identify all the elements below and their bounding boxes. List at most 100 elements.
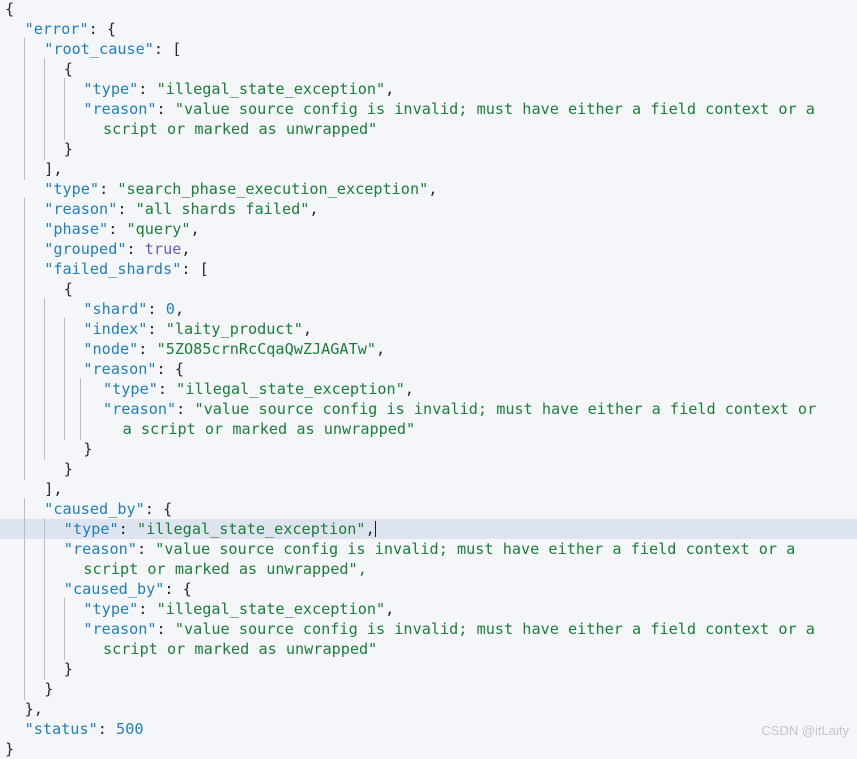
code-line[interactable]: "node": "5ZO85crnRcCqaQwZJAGATw", [0,339,857,359]
code-line[interactable]: script or marked as unwrapped" [0,119,857,139]
code-line[interactable]: script or marked as unwrapped", [0,559,857,579]
code-line[interactable]: ], [0,479,857,499]
punc-token: : { [156,360,184,378]
code-line[interactable]: "failed_shards": [ [0,259,857,279]
code-line[interactable]: { [0,279,857,299]
punc-token: : [97,720,117,738]
code-line[interactable]: "reason": "value source config is invali… [0,539,857,559]
code-line[interactable]: { [0,59,857,79]
string-token: script or marked as unwrapped" [103,120,378,138]
code-line[interactable]: "status": 500 [0,719,857,739]
punc-token: : [138,600,157,618]
code-line[interactable]: "type": "search_phase_execution_exceptio… [0,179,857,199]
code-line[interactable]: "type": "illegal_state_exception", [0,599,857,619]
str-token: "5ZO85crnRcCqaQwZJAGATw" [156,340,377,358]
str-token: "search_phase_execution_exception" [117,180,429,198]
json-code-editor[interactable]: {"error": {"root_cause": [{"type": "ille… [0,0,857,758]
punc-token: } [63,660,73,678]
key-token: "error" [24,20,89,38]
code-line[interactable]: } [0,679,857,699]
punc-token: , [365,520,375,538]
punc-token: : [136,540,156,558]
code-line[interactable]: } [0,439,857,459]
str-token: "illegal_state_exception" [156,600,386,618]
key-token: "reason" [83,620,157,638]
key-token: "reason" [44,200,118,218]
code-line[interactable]: "type": "illegal_state_exception", [0,79,857,99]
punc-token: ], [44,480,63,498]
code-line[interactable]: "shard": 0, [0,299,857,319]
code-line[interactable]: "reason": "value source config is invali… [0,619,857,639]
code-line[interactable]: script or marked as unwrapped" [0,639,857,659]
key-token: "root_cause" [44,40,154,58]
code-line[interactable]: } [0,459,857,479]
punc-token: , [174,300,185,318]
code-line[interactable]: ], [0,159,857,179]
code-line[interactable]: "reason": "value source config is invali… [0,399,857,419]
key-token: "shard" [83,300,148,318]
punc-token: , [181,240,191,258]
punc-token: : { [88,20,117,38]
punc-token: : [176,400,195,418]
code-line[interactable]: "reason": "all shards failed", [0,199,857,219]
code-line[interactable]: "error": { [0,19,857,39]
punc-token: }, [24,700,43,718]
punc-token: : [157,380,177,398]
code-line[interactable]: "caused_by": { [0,499,857,519]
key-token: "failed_shards" [44,260,182,278]
key-token: "caused_by" [63,580,165,598]
code-line[interactable]: } [0,139,857,159]
key-token: "type" [83,80,139,98]
key-token: "reason" [103,400,177,418]
code-line[interactable]: "type": "illegal_state_exception", [0,379,857,399]
csdn-watermark: CSDN @itLaity [761,723,849,738]
code-line[interactable]: "caused_by": { [0,579,857,599]
code-line[interactable]: "type": "illegal_state_exception", [0,519,857,539]
punc-token: , [428,180,438,198]
key-token: "type" [63,520,119,538]
string-token: script or marked as unwrapped" [103,640,378,658]
code-line[interactable]: "grouped": true, [0,239,857,259]
num-token: 0 [165,300,175,318]
code-line[interactable]: }, [0,699,857,719]
code-line[interactable]: } [0,659,857,679]
punc-token: } [5,740,15,758]
punc-token: , [385,600,395,618]
punc-token: : [117,200,136,218]
key-token: "phase" [44,220,109,238]
punc-token: ], [44,160,63,178]
key-token: "grouped" [44,240,127,258]
code-line[interactable]: "reason": "value source config is invali… [0,99,857,119]
key-token: "type" [83,600,139,618]
punc-token: : [156,620,175,638]
punc-token: , [404,380,414,398]
punc-token: , [190,220,200,238]
key-token: "status" [24,720,98,738]
key-token: "node" [83,340,139,358]
code-line[interactable]: "index": "laity_product", [0,319,857,339]
str-token: "illegal_state_exception" [176,380,405,398]
str-token: "laity_product" [165,320,303,338]
punc-token: : [ [181,260,209,278]
punc-token: { [5,0,15,18]
str-token: "all shards failed" [135,200,310,218]
code-line[interactable]: } [0,739,857,759]
punc-token: , [376,340,386,358]
str-token: "value source config is invalid; must ha… [174,100,815,118]
key-token: "index" [83,320,148,338]
key-token: "caused_by" [44,500,145,518]
str-token: "illegal_state_exception" [156,80,386,98]
punc-token: : [156,100,175,118]
str-token: "illegal_state_exception" [136,520,366,538]
str-token: "value source config is invalid; must ha… [174,620,815,638]
code-line[interactable]: "phase": "query", [0,219,857,239]
punc-token: : [147,320,166,338]
key-token: "reason" [83,100,157,118]
punc-token: } [44,680,54,698]
key-token: "type" [103,380,158,398]
punc-token: : [99,180,118,198]
code-line[interactable]: a script or marked as unwrapped" [0,419,857,439]
code-line[interactable]: { [0,0,857,19]
code-line[interactable]: "root_cause": [ [0,39,857,59]
code-line[interactable]: "reason": { [0,359,857,379]
